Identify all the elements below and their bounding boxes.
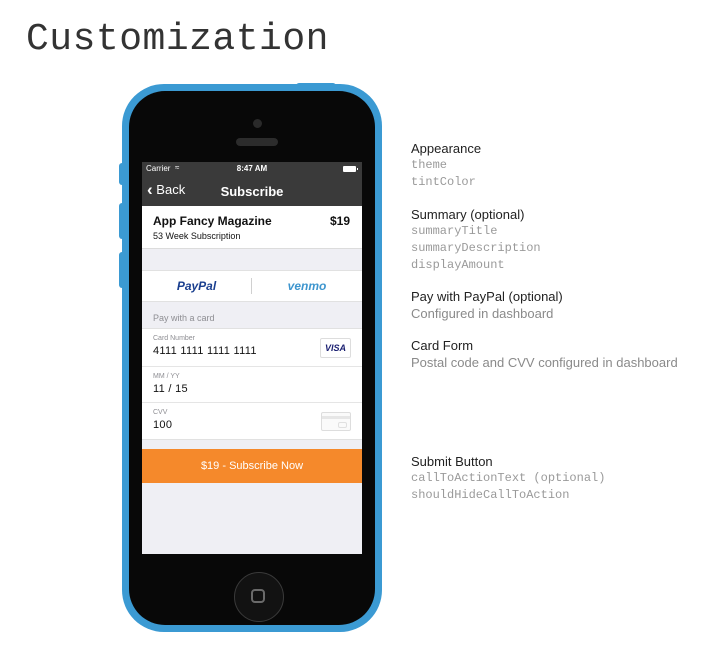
battery-icon [343,166,358,172]
paypal-button[interactable]: PayPal [142,271,251,301]
visa-card-icon: VISA [320,338,351,358]
status-bar: Carrier ≈ 8:47 AM [142,162,362,176]
summary-amount: $19 [329,214,350,228]
annotation-property: summaryTitle [411,224,498,238]
annotation-heading: Pay with PayPal (optional) [411,289,563,304]
expiry-input[interactable]: 11 / 15 [153,383,188,395]
payment-method-row: PayPal venmo [142,270,362,302]
cvv-input[interactable]: 100 [153,419,172,431]
annotation-property: summaryDescription [411,241,541,255]
annotation-appearance: Appearance theme tintColor [411,140,481,191]
card-form: Card Number 4111 1111 1111 1111 VISA MM … [142,328,362,440]
purchase-summary: App Fancy Magazine 53 Week Subscription … [142,206,362,249]
annotation-panel: Appearance theme tintColor Summary (opti… [411,0,716,648]
card-number-label: Card Number [153,335,196,342]
annotation-property: displayAmount [411,258,505,272]
card-number-field[interactable]: Card Number 4111 1111 1111 1111 VISA [142,329,362,365]
annotation-card-form: Card Form Postal code and CVV configured… [411,337,678,371]
annotation-property: theme [411,158,448,172]
navigation-bar: ‹ Back Subscribe [142,176,362,206]
annotation-paypal: Pay with PayPal (optional) Configured in… [411,288,563,322]
home-button[interactable] [234,572,284,622]
cvv-card-icon [321,412,351,431]
home-square-icon [251,589,265,603]
chevron-left-icon: ‹ [147,180,153,199]
expiry-field[interactable]: MM / YY 11 / 15 [142,366,362,403]
subscribe-button[interactable]: $19 - Subscribe Now [142,449,362,483]
expiry-label: MM / YY [153,373,180,380]
annotation-note: Postal code and CVV configured in dashbo… [411,355,678,370]
status-time: 8:47 AM [236,164,268,173]
card-number-input[interactable]: 4111 1111 1111 1111 [153,345,257,357]
venmo-button[interactable]: venmo [252,271,362,301]
annotation-property: tintColor [411,175,476,189]
annotation-summary: Summary (optional) summaryTitle summaryD… [411,206,541,274]
annotation-heading: Submit Button [411,454,493,469]
card-section-header: Pay with a card [153,313,215,323]
annotation-property: callToActionText (optional) [411,471,606,485]
back-label: Back [156,182,186,197]
back-button[interactable]: ‹ Back [147,180,186,199]
earpiece-speaker [236,138,278,146]
annotation-property: shouldHideCallToAction [411,488,570,502]
summary-description: 53 Week Subscription [153,231,241,241]
cvv-field[interactable]: CVV 100 [142,402,362,439]
cvv-label: CVV [153,409,168,416]
annotation-heading: Summary (optional) [411,207,525,222]
annotation-submit: Submit Button callToActionText (optional… [411,453,605,504]
annotation-heading: Appearance [411,141,482,156]
annotation-heading: Card Form [411,338,474,353]
annotation-note: Configured in dashboard [411,306,554,321]
page-title: Customization [26,18,329,61]
summary-title: App Fancy Magazine [153,214,272,228]
front-camera [253,119,262,128]
phone-screen: Carrier ≈ 8:47 AM ‹ Back Subscribe App F… [142,162,362,554]
